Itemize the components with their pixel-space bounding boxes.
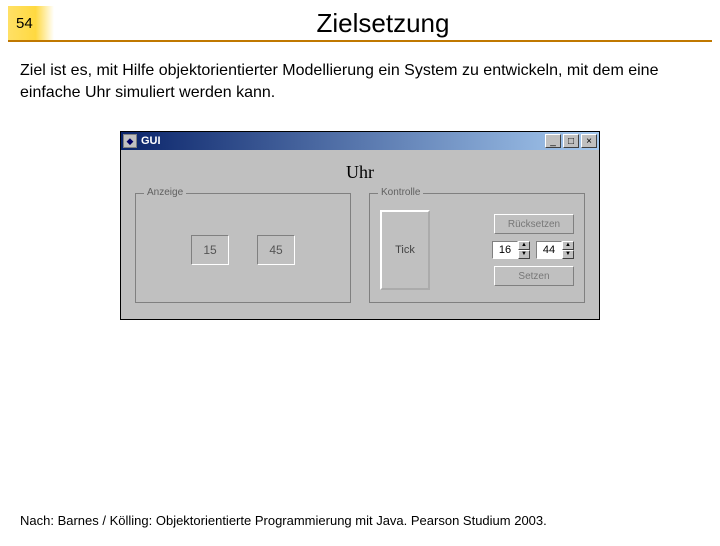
main-label: Uhr bbox=[135, 162, 585, 183]
anzeige-group: Anzeige 15 45 bbox=[135, 193, 351, 303]
app-icon: ◆ bbox=[123, 134, 137, 148]
slide-title: Zielsetzung bbox=[54, 6, 712, 40]
close-button[interactable]: × bbox=[581, 134, 597, 148]
footer-citation: Nach: Barnes / Kölling: Objektorientiert… bbox=[20, 513, 700, 528]
titlebar: ◆ GUI _ □ × bbox=[121, 132, 599, 150]
set-button[interactable]: Setzen bbox=[494, 266, 574, 286]
kontrolle-group: Kontrolle Tick Rücksetzen ▲ ▼ bbox=[369, 193, 585, 303]
client-area: Uhr Anzeige 15 45 Kontrolle Tick Rückset… bbox=[121, 150, 599, 319]
minute-spin-down-icon[interactable]: ▼ bbox=[562, 250, 574, 259]
kontrolle-legend: Kontrolle bbox=[378, 187, 423, 198]
embedded-screenshot: ◆ GUI _ □ × Uhr Anzeige 15 45 Kontrolle … bbox=[120, 131, 600, 320]
tick-button[interactable]: Tick bbox=[380, 210, 430, 290]
display-minutes: 45 bbox=[257, 235, 295, 265]
reset-button[interactable]: Rücksetzen bbox=[494, 214, 574, 234]
body-paragraph: Ziel ist es, mit Hilfe objektorientierte… bbox=[20, 60, 700, 103]
hour-spin-down-icon[interactable]: ▼ bbox=[518, 250, 530, 259]
hour-spinner[interactable]: ▲ ▼ bbox=[492, 241, 530, 259]
gui-window: ◆ GUI _ □ × Uhr Anzeige 15 45 Kontrolle … bbox=[120, 131, 600, 320]
hour-spin-input[interactable] bbox=[492, 241, 518, 259]
window-title: GUI bbox=[141, 135, 543, 147]
minute-spin-input[interactable] bbox=[536, 241, 562, 259]
anzeige-legend: Anzeige bbox=[144, 187, 186, 198]
slide-header: 54 Zielsetzung bbox=[8, 6, 712, 42]
minimize-button[interactable]: _ bbox=[545, 134, 561, 148]
minute-spin-up-icon[interactable]: ▲ bbox=[562, 241, 574, 250]
minute-spinner[interactable]: ▲ ▼ bbox=[536, 241, 574, 259]
hour-spin-up-icon[interactable]: ▲ bbox=[518, 241, 530, 250]
slide-number: 54 bbox=[8, 6, 54, 40]
maximize-button[interactable]: □ bbox=[563, 134, 579, 148]
display-hours: 15 bbox=[191, 235, 229, 265]
